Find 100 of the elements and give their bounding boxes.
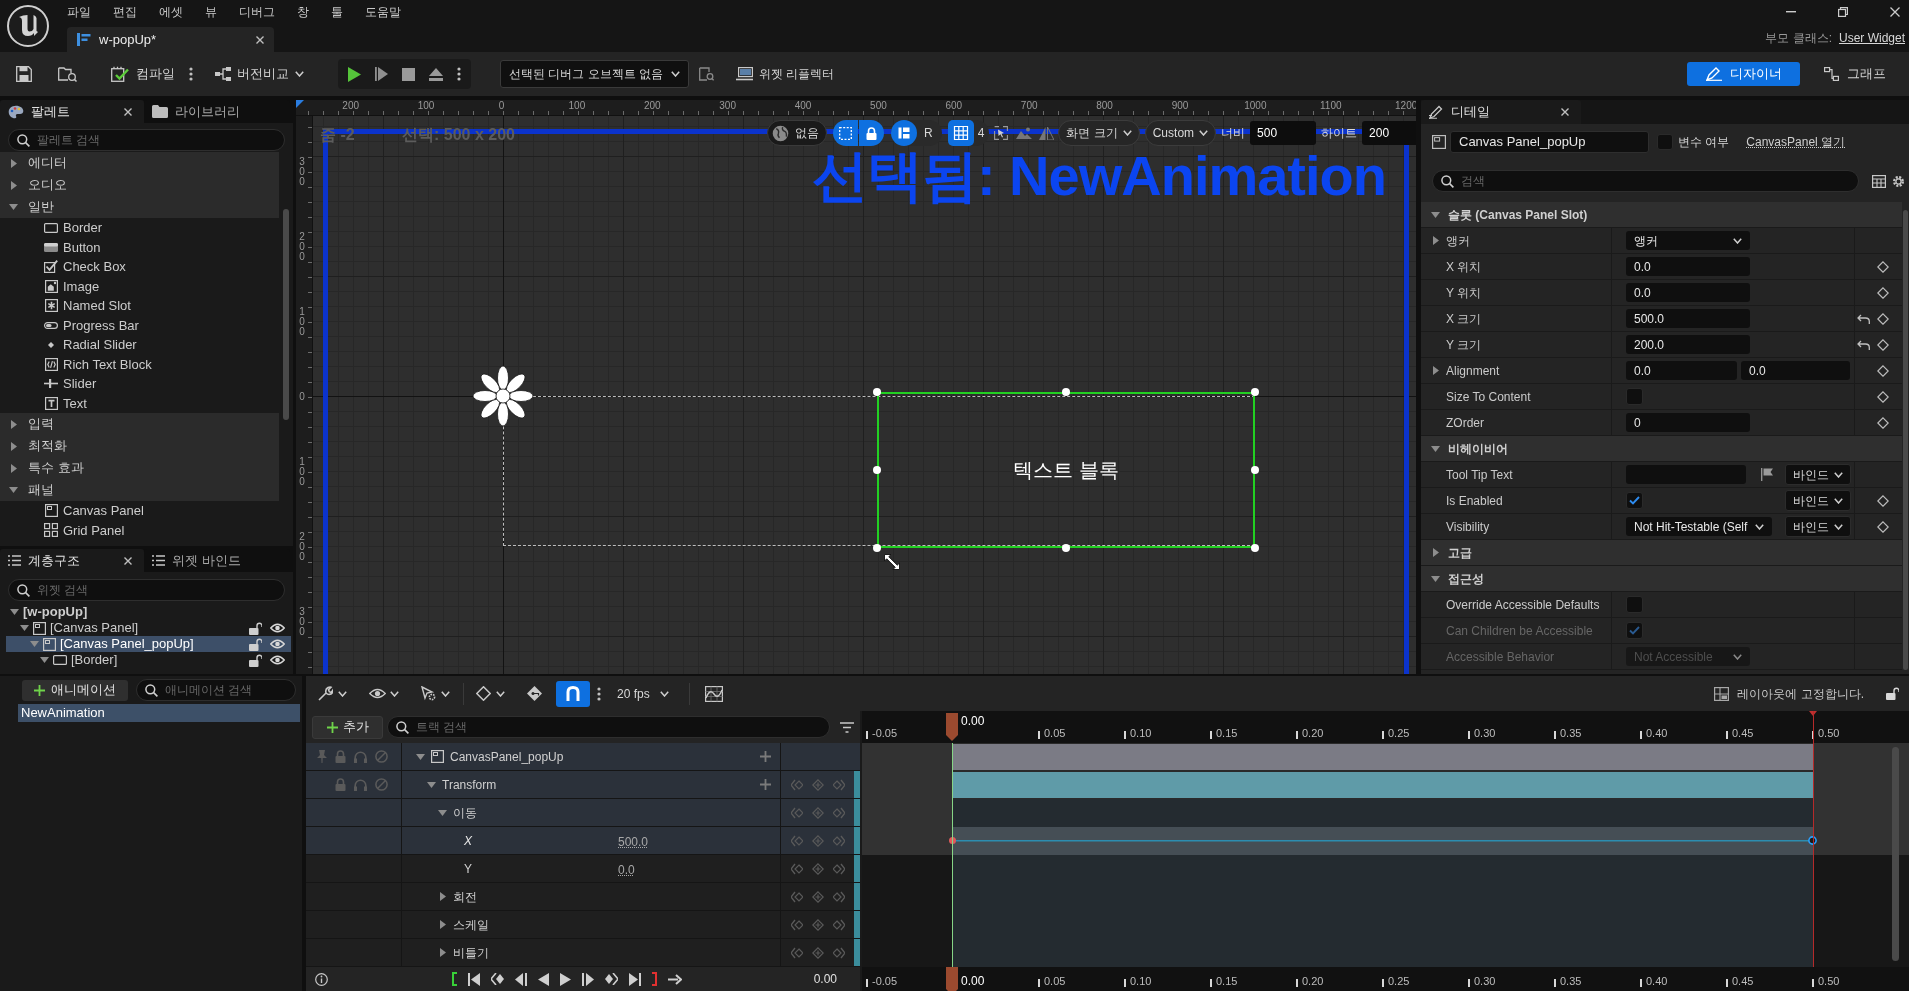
caret-down-icon[interactable] bbox=[1431, 575, 1440, 582]
menu-item[interactable]: 툴 bbox=[320, 3, 354, 21]
lock-toggle[interactable] bbox=[859, 120, 884, 146]
palette-item[interactable]: Text bbox=[0, 393, 279, 413]
range-end-bracket-icon[interactable] bbox=[652, 972, 657, 986]
resize-handle[interactable] bbox=[873, 544, 881, 552]
settings-gear-icon[interactable] bbox=[1892, 174, 1905, 188]
menu-item[interactable]: 편집 bbox=[102, 3, 148, 21]
reset-arrow-icon[interactable] bbox=[1857, 313, 1870, 324]
caret-right-icon[interactable] bbox=[439, 892, 446, 901]
close-icon[interactable] bbox=[1561, 108, 1569, 116]
step-forward-icon[interactable] bbox=[375, 67, 388, 81]
time-ruler[interactable]: -0.05 0.00 0.05 0.10 0.15 0.20 0.25 0.30 0.35 0.40 0.45 0.50 bbox=[862, 711, 1909, 743]
palette-item[interactable]: Grid Panel bbox=[0, 520, 279, 540]
image-icon[interactable] bbox=[1016, 127, 1033, 139]
width-field[interactable]: 500 bbox=[1250, 121, 1317, 145]
bind-dropdown[interactable]: 바인드 bbox=[1785, 516, 1851, 537]
menu-item[interactable]: 뷰 bbox=[194, 3, 228, 21]
play-reverse-icon[interactable] bbox=[538, 972, 549, 986]
menu-item[interactable]: 창 bbox=[286, 3, 320, 21]
track-row[interactable]: X 500.0 bbox=[306, 827, 860, 855]
frame-rate-dropdown[interactable]: 20 fps bbox=[617, 681, 669, 706]
loop-arrow-icon[interactable] bbox=[668, 973, 682, 985]
caret-down-icon[interactable] bbox=[30, 641, 39, 647]
unlocked-icon[interactable] bbox=[249, 637, 262, 651]
search-field[interactable]: 애니메이션 검색 bbox=[136, 679, 296, 701]
snap-toggle[interactable] bbox=[556, 680, 590, 707]
selection-frame[interactable]: 텍스트 블록 bbox=[877, 392, 1255, 548]
more-options-icon[interactable] bbox=[189, 67, 193, 81]
palette-item[interactable]: Slider bbox=[0, 374, 279, 394]
dropdown[interactable]: Not Hit-Testable (Self bbox=[1626, 517, 1773, 536]
hierarchy-row[interactable]: [Canvas Panel_popUp] bbox=[6, 636, 291, 652]
palette-category[interactable]: 최적화 bbox=[0, 435, 279, 457]
open-canvas-panel-link[interactable]: CanvasPanel 열기 bbox=[1746, 133, 1846, 151]
palette-category[interactable]: 패널 bbox=[0, 479, 279, 501]
filter-icon[interactable] bbox=[840, 721, 854, 733]
plus-icon[interactable] bbox=[759, 779, 771, 790]
number-field[interactable]: 200.0 bbox=[1626, 335, 1750, 354]
size-mode-dropdown[interactable]: Custom bbox=[1144, 120, 1217, 146]
search-field[interactable]: 위젯 검색 bbox=[8, 579, 285, 601]
unlocked-icon[interactable] bbox=[1886, 687, 1899, 700]
keyframe-diamond-icon[interactable] bbox=[1877, 494, 1889, 507]
palette-item[interactable]: Named Slot bbox=[0, 296, 279, 316]
eject-icon[interactable] bbox=[429, 67, 443, 81]
caret-right-icon[interactable] bbox=[439, 920, 446, 929]
palette-item[interactable]: Border bbox=[0, 218, 279, 238]
section-bar[interactable] bbox=[952, 743, 1813, 771]
browse-folder-icon[interactable] bbox=[58, 66, 77, 82]
info-icon[interactable] bbox=[315, 972, 328, 986]
sparkle-gear-icon[interactable] bbox=[420, 686, 436, 701]
hierarchy-row[interactable]: [Canvas Panel] bbox=[6, 620, 291, 636]
palette-category[interactable]: 입력 bbox=[0, 413, 279, 435]
close-icon[interactable] bbox=[124, 556, 132, 565]
editor-mode-button[interactable]: 그래프 bbox=[1820, 62, 1890, 86]
add-track-button[interactable]: 추가 bbox=[312, 715, 383, 739]
skip-to-start-icon[interactable] bbox=[468, 972, 480, 986]
playhead-handle-icon[interactable] bbox=[946, 713, 958, 741]
number-field[interactable]: 500.0 bbox=[1626, 309, 1750, 328]
widget-name-field[interactable]: Canvas Panel_popUp bbox=[1450, 131, 1649, 153]
track-row[interactable]: 이동 bbox=[306, 799, 860, 827]
palette-item[interactable]: Canvas Panel bbox=[0, 501, 279, 521]
palette-category[interactable]: 특수 효과 bbox=[0, 457, 279, 479]
resize-handle[interactable] bbox=[1251, 388, 1259, 396]
track-value[interactable]: 500.0 bbox=[618, 834, 649, 849]
previous-key-icon[interactable] bbox=[491, 973, 504, 985]
resize-handle[interactable] bbox=[873, 388, 881, 396]
number-field[interactable]: 0 bbox=[1626, 413, 1750, 432]
eye-icon[interactable] bbox=[270, 655, 285, 665]
section-header[interactable]: 접근성 bbox=[1421, 566, 1902, 592]
animation-item[interactable]: NewAnimation bbox=[18, 704, 300, 722]
add-animation-button[interactable]: 애니메이션 bbox=[22, 679, 128, 701]
save-icon[interactable] bbox=[16, 66, 32, 82]
range-start-bracket-icon[interactable] bbox=[452, 972, 457, 986]
diff-button[interactable]: 버전비교 bbox=[211, 60, 308, 88]
step-back-icon[interactable] bbox=[515, 972, 527, 986]
palette-category[interactable]: 일반 bbox=[0, 196, 279, 218]
resize-handle[interactable] bbox=[1062, 544, 1070, 552]
checkbox[interactable] bbox=[1657, 134, 1673, 150]
skip-to-end-icon[interactable] bbox=[629, 972, 641, 986]
caret-down-icon[interactable] bbox=[40, 657, 49, 663]
palette-item[interactable]: Check Box bbox=[0, 257, 279, 277]
debug-object-dropdown[interactable]: 선택된 디버그 오브젝트 없음 bbox=[500, 60, 689, 88]
eye-icon[interactable] bbox=[369, 688, 386, 699]
bind-dropdown[interactable]: 바인드 bbox=[1785, 464, 1851, 485]
palette-category[interactable]: 오디오 bbox=[0, 174, 279, 196]
close-window-icon[interactable] bbox=[1890, 7, 1900, 17]
section-header[interactable]: 비헤이비어 bbox=[1421, 436, 1902, 462]
scrollbar-thumb[interactable] bbox=[1903, 210, 1908, 670]
palette-item[interactable]: Progress Bar bbox=[0, 315, 279, 335]
caret-right-icon[interactable] bbox=[1432, 236, 1439, 245]
number-field[interactable]: 0.0 bbox=[1741, 361, 1850, 380]
restore-icon[interactable] bbox=[1838, 7, 1848, 17]
keyframe-diamond-icon[interactable] bbox=[1877, 260, 1889, 273]
palette-item[interactable]: Button bbox=[0, 237, 279, 257]
section-header[interactable]: 슬롯 (Canvas Panel Slot) bbox=[1421, 202, 1902, 228]
playhead-handle-icon[interactable] bbox=[946, 967, 958, 991]
track-row[interactable]: 비틀기 bbox=[306, 939, 860, 967]
keyframe-diamond-icon[interactable] bbox=[1877, 312, 1889, 325]
caret-down-icon[interactable] bbox=[1431, 211, 1440, 218]
caret-down-icon[interactable] bbox=[427, 781, 436, 788]
